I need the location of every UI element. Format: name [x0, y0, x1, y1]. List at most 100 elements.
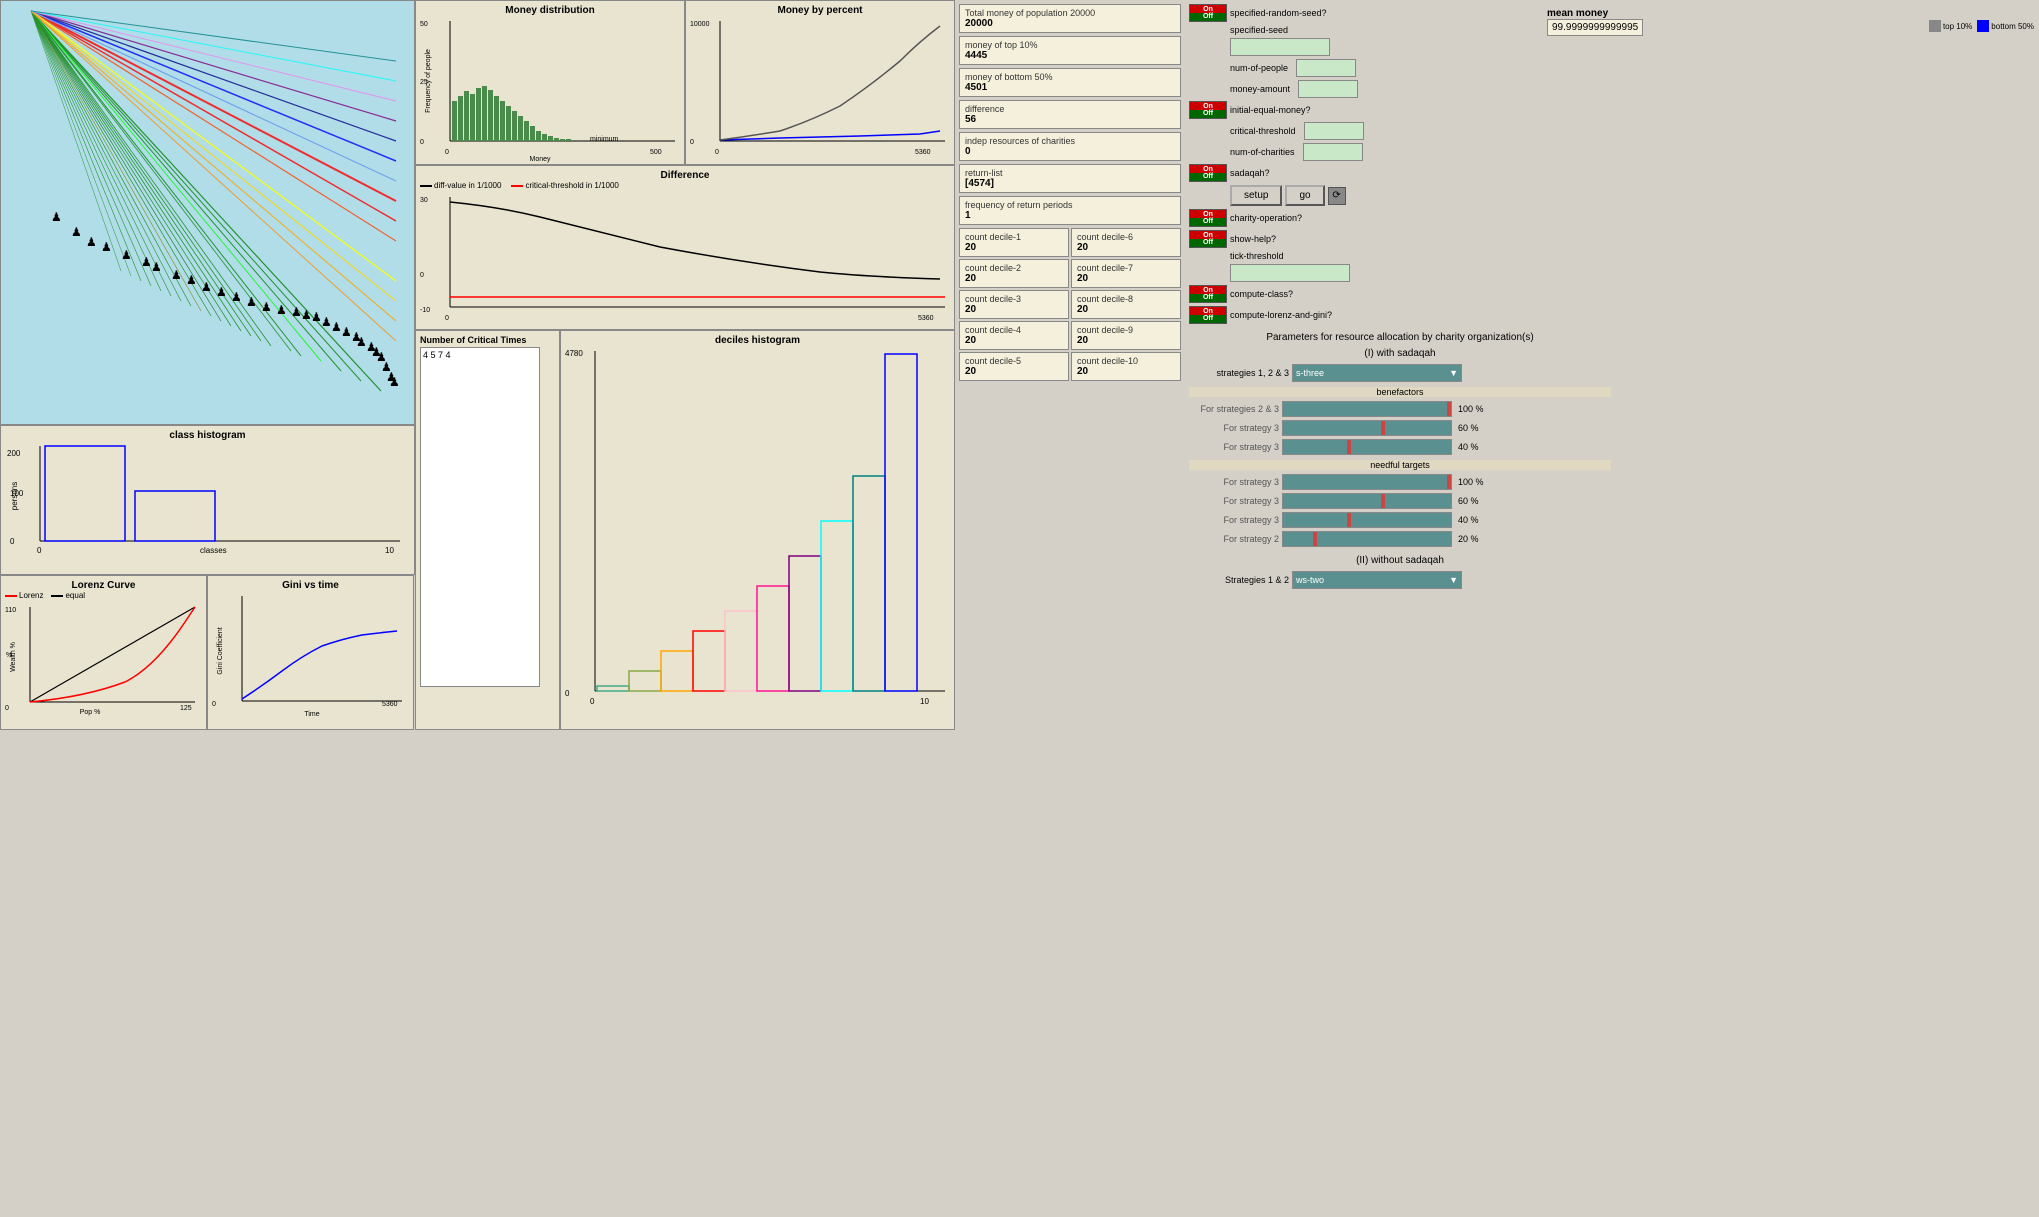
needful-targets-title: needful targets	[1189, 460, 1611, 470]
decile1-value: 100 %	[1458, 477, 1484, 487]
svg-text:♟: ♟	[231, 290, 242, 304]
strategies-label-1: strategies 1, 2 & 3	[1189, 368, 1289, 378]
initial-equal-money-label: initial-equal-money?	[1230, 105, 1311, 115]
deciles-hist-title: deciles histogram	[565, 335, 950, 346]
decile-7-value: 20	[1077, 273, 1175, 284]
show-help-toggle[interactable]: On Off	[1189, 230, 1227, 248]
sadaqah-toggle[interactable]: On Off	[1189, 164, 1227, 182]
specified-random-seed-label: specified-random-seed?	[1230, 8, 1327, 18]
svg-text:125: 125	[180, 705, 192, 712]
compute-lorenz-toggle[interactable]: On Off	[1189, 306, 1227, 324]
for-strat-2-label: For strategy 2	[1189, 534, 1279, 544]
money-bottom50-label: money of bottom 50%	[965, 72, 1175, 82]
five-lower-slider[interactable]	[1282, 531, 1452, 547]
svg-text:♟: ♟	[341, 325, 352, 339]
charity-operation-toggle[interactable]: On Off	[1189, 209, 1227, 227]
num-people-input[interactable]: 200	[1296, 59, 1356, 77]
indep-resources-value: 0	[965, 146, 1175, 157]
decile8-slider[interactable]	[1282, 439, 1452, 455]
with-sadaqah-title: (I) with sadaqah	[1189, 348, 1611, 359]
money-amount-input[interactable]: 100	[1298, 80, 1358, 98]
sadaqah-label: sadaqah?	[1230, 168, 1270, 178]
decile2-slider[interactable]	[1282, 493, 1452, 509]
benefactors-title: benefactors	[1189, 387, 1611, 397]
strategies-label-2: Strategies 1 & 2	[1189, 575, 1289, 585]
specified-seed-input[interactable]: 3000	[1230, 38, 1330, 56]
money-dist-title: Money distribution	[420, 5, 680, 16]
decile10-slider[interactable]	[1282, 401, 1452, 417]
decile-9-value: 20	[1077, 335, 1175, 346]
critical-times-list: 4 5 7 4	[420, 347, 540, 687]
svg-text:Money: Money	[529, 156, 551, 163]
initial-equal-money-row: On Off initial-equal-money?	[1189, 101, 1611, 119]
svg-text:4780: 4780	[565, 349, 583, 358]
tick-threshold-row: tick-threshold	[1189, 251, 1611, 261]
num-charities-input[interactable]: 1	[1303, 143, 1363, 161]
show-help-label: show-help?	[1230, 234, 1276, 244]
money-percent-title: Money by percent	[690, 5, 950, 16]
initial-equal-money-toggle[interactable]: On Off	[1189, 101, 1227, 119]
svg-text:0: 0	[565, 689, 570, 698]
decile9-row: For strategy 3 60 %	[1189, 420, 1611, 436]
decile8-row: For strategy 3 40 %	[1189, 439, 1611, 455]
go-button[interactable]: go	[1285, 185, 1324, 206]
decile-2-label: count decile-2	[965, 263, 1063, 273]
svg-text:0: 0	[445, 149, 449, 156]
reset-button[interactable]: ⟳	[1328, 187, 1346, 205]
allocation-strategy-dropdown[interactable]: s-three ▼	[1292, 364, 1462, 382]
svg-text:0: 0	[420, 139, 424, 146]
difference-legend-crit: critical-threshold in 1/1000	[525, 181, 618, 190]
lorenz-title: Lorenz Curve	[5, 580, 202, 591]
for-strat-3e-label: For strategy 3	[1189, 515, 1279, 525]
svg-text:♟: ♟	[216, 285, 227, 299]
critical-threshold-input[interactable]: 0	[1304, 122, 1364, 140]
for-strat-3c-label: For strategy 3	[1189, 477, 1279, 487]
critical-threshold-row: critical-threshold 0	[1189, 122, 1611, 140]
decile-10-box: count decile-10 20	[1071, 352, 1181, 381]
svg-text:persons: persons	[10, 482, 19, 510]
class-histogram: class histogram 200 100 0 persons 0 10 c…	[0, 425, 415, 575]
decile-6-value: 20	[1077, 242, 1175, 253]
class-hist-title: class histogram	[5, 430, 410, 441]
svg-text:10: 10	[385, 546, 394, 555]
decile9-slider[interactable]	[1282, 420, 1452, 436]
svg-text:♟: ♟	[201, 280, 212, 294]
five-lower-value: 20 %	[1458, 534, 1479, 544]
for-strat-3a-label: For strategy 3	[1189, 423, 1279, 433]
svg-text:♟: ♟	[51, 210, 62, 224]
allocation-strategy2-value: ws-two	[1296, 575, 1324, 585]
allocation-strategy2-row: Strategies 1 & 2 ws-two ▼	[1189, 571, 1611, 589]
tick-threshold-input[interactable]: 4575	[1230, 264, 1350, 282]
specified-random-seed-toggle[interactable]: On Off	[1189, 4, 1227, 22]
svg-text:5360: 5360	[915, 149, 931, 156]
decile-5-box: count decile-5 20	[959, 352, 1069, 381]
money-top10-label: money of top 10%	[965, 40, 1175, 50]
svg-text:♟: ♟	[356, 335, 367, 349]
num-people-label: num-of-people	[1230, 63, 1288, 73]
svg-text:0: 0	[212, 701, 216, 708]
svg-text:10: 10	[920, 697, 929, 706]
specified-seed-input-row: 3000	[1189, 38, 1611, 56]
compute-class-toggle[interactable]: On Off	[1189, 285, 1227, 303]
deciles-histogram: deciles histogram 4780 0 0 10	[560, 330, 955, 730]
setup-button[interactable]: setup	[1230, 185, 1282, 206]
specified-seed-label: specified-seed	[1230, 25, 1288, 35]
difference-title: Difference	[420, 170, 950, 181]
allocation-strategy2-dropdown[interactable]: ws-two ▼	[1292, 571, 1462, 589]
svg-text:♟: ♟	[71, 225, 82, 239]
decile1-slider[interactable]	[1282, 474, 1452, 490]
sadaqah-row: On Off sadaqah?	[1189, 164, 1611, 182]
svg-text:0: 0	[5, 705, 9, 712]
svg-text:0: 0	[37, 546, 42, 555]
compute-lorenz-row: On Off compute-lorenz-and-gini?	[1189, 306, 1611, 324]
show-help-row: On Off show-help?	[1189, 230, 1611, 248]
svg-text:Gini Coefficient: Gini Coefficient	[217, 627, 224, 674]
decile-6-box: count decile-6 20	[1071, 228, 1181, 257]
money-top10-value: 4445	[965, 50, 1175, 61]
difference-box: difference 56	[959, 100, 1181, 129]
five-lower-row: For strategy 2 20 %	[1189, 531, 1611, 547]
decile-8-value: 20	[1077, 304, 1175, 315]
for-strat-3b-label: For strategy 3	[1189, 442, 1279, 452]
decile3-slider[interactable]	[1282, 512, 1452, 528]
lorenz-chart: Lorenz Curve Lorenz equal 0 125 Pop % 11…	[0, 575, 207, 730]
